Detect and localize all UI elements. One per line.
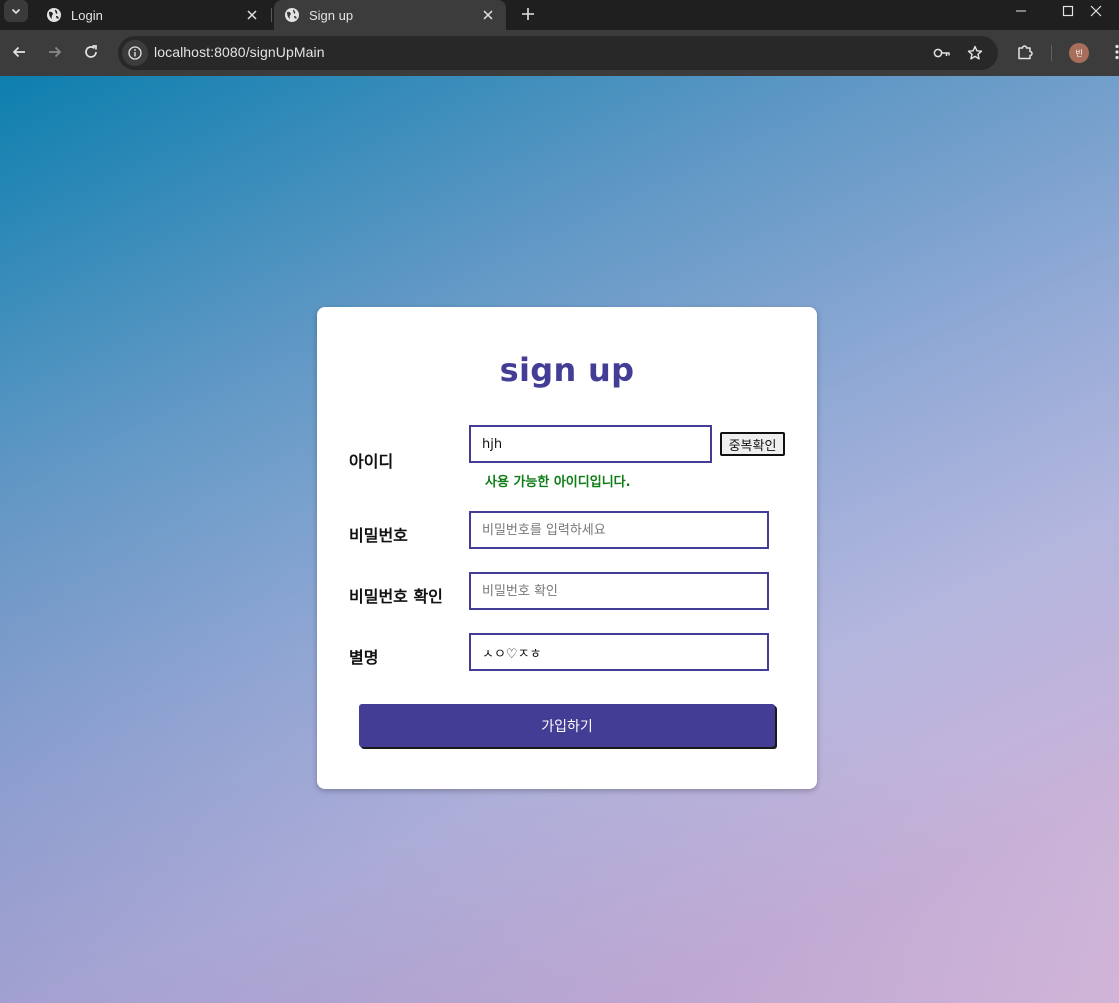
avatar[interactable]: 빈 (1069, 43, 1089, 63)
password-confirm-label: 비밀번호 확인 (349, 587, 443, 606)
info-icon (128, 46, 142, 60)
plus-icon (522, 8, 534, 20)
tab-search-button[interactable] (4, 0, 28, 22)
nickname-label: 별명 (349, 648, 379, 667)
forward-button[interactable] (41, 38, 69, 66)
signup-card: sign up 아이디 중복확인 사용 가능한 아이디입니다. 비밀번호 비밀번… (317, 307, 817, 789)
page-title: sign up (499, 351, 635, 389)
globe-icon (285, 8, 299, 22)
chevron-down-icon (11, 8, 21, 15)
reload-button[interactable] (77, 38, 105, 66)
signup-submit-button[interactable]: 가입하기 (359, 704, 775, 747)
tab-login[interactable]: Login (36, 0, 270, 30)
tab-separator (271, 8, 272, 22)
password-confirm-input[interactable] (469, 572, 769, 610)
url-text: localhost:8080/signUpMain (154, 44, 325, 60)
more-vertical-icon (1115, 44, 1119, 60)
close-icon[interactable] (480, 7, 496, 23)
reload-icon (85, 45, 97, 58)
arrow-right-icon (49, 46, 62, 58)
tab-sign-up[interactable]: Sign up (274, 0, 506, 30)
puzzle-icon (1018, 45, 1033, 60)
globe-icon (47, 8, 61, 22)
id-label: 아이디 (349, 452, 394, 471)
close-window-button[interactable] (1073, 0, 1119, 22)
new-tab-button[interactable] (516, 2, 540, 26)
menu-button[interactable] (1106, 41, 1119, 63)
page-viewport: sign up 아이디 중복확인 사용 가능한 아이디입니다. 비밀번호 비밀번… (0, 76, 1119, 1003)
browser-toolbar: localhost:8080/signUpMain 빈 (0, 30, 1119, 76)
bookmark-star-button[interactable] (965, 43, 985, 63)
minimize-icon (1016, 10, 1026, 12)
arrow-left-icon (12, 46, 25, 58)
back-button[interactable] (5, 38, 33, 66)
password-key-button[interactable] (932, 43, 952, 63)
site-info-button[interactable] (122, 40, 148, 66)
id-input[interactable] (469, 425, 712, 463)
nickname-input[interactable] (469, 633, 769, 671)
star-icon (967, 45, 983, 60)
address-bar[interactable]: localhost:8080/signUpMain (118, 36, 998, 70)
close-icon[interactable] (244, 7, 260, 23)
extensions-button[interactable] (1014, 41, 1036, 63)
tab-title: Login (71, 7, 103, 23)
tab-title: Sign up (309, 7, 354, 23)
minimize-button[interactable] (998, 0, 1044, 22)
duplicate-check-button[interactable]: 중복확인 (720, 432, 785, 456)
password-input[interactable] (469, 511, 769, 549)
id-status-message: 사용 가능한 아이디입니다. (485, 475, 631, 490)
browser-tabstrip: Login Sign up (0, 0, 1119, 30)
password-label: 비밀번호 (349, 526, 408, 545)
toolbar-divider (1051, 45, 1052, 61)
close-icon (1090, 5, 1102, 17)
key-icon (933, 48, 950, 58)
